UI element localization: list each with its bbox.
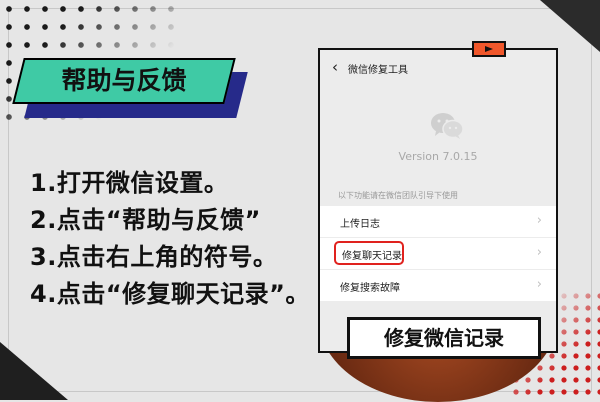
menu-item-label: 上传日志 [340,219,380,230]
nav-title: 微信修复工具 [348,65,408,76]
menu-item-repair-search[interactable]: 修复搜索故障 › [320,270,556,302]
menu-item-upload-log[interactable]: 上传日志 › [320,206,556,238]
menu-item-label: 修复聊天记录 [342,251,402,262]
title-banner: 帮助与反馈 [12,58,248,118]
chevron-right-icon: › [536,277,542,292]
step-2: 2.点击“帮助与反馈” [30,206,261,234]
caption-box: 修复微信记录 [347,317,541,359]
settings-menu: 上传日志 › 修复聊天记录 › 修复搜索故障 › [320,206,556,302]
menu-item-repair-chat[interactable]: 修复聊天记录 › [320,238,556,270]
hint-text: 以下功能请在微信团队引导下使用 [338,191,458,200]
version-label: Version 7.0.15 [398,150,478,163]
corner-triangle-top-right [540,0,600,52]
chevron-right-icon: › [536,213,542,228]
step-1: 1.打开微信设置。 [30,169,229,197]
banner-title: 帮助与反馈 [61,66,187,95]
nav-bar: ‹ 微信修复工具 [320,50,556,88]
chevron-left-icon[interactable]: ‹ [332,58,338,76]
chevron-right-icon: › [536,245,542,260]
step-4: 4.点击“修复聊天记录”。 [30,280,310,308]
wechat-logo-icon [431,113,464,139]
step-3: 3.点击右上角的符号。 [30,243,278,271]
phone-screenshot: ‹ 微信修复工具 Version 7.0.15 以下功能请在微信团队引导下使用 … [318,48,558,353]
play-badge [472,41,506,57]
play-icon [485,46,493,52]
corner-triangle-bottom-left [0,342,68,400]
menu-item-label: 修复搜索故障 [340,283,400,294]
steps-list: 1.打开微信设置。 2.点击“帮助与反馈” 3.点击右上角的符号。 4.点击“修… [30,165,310,313]
